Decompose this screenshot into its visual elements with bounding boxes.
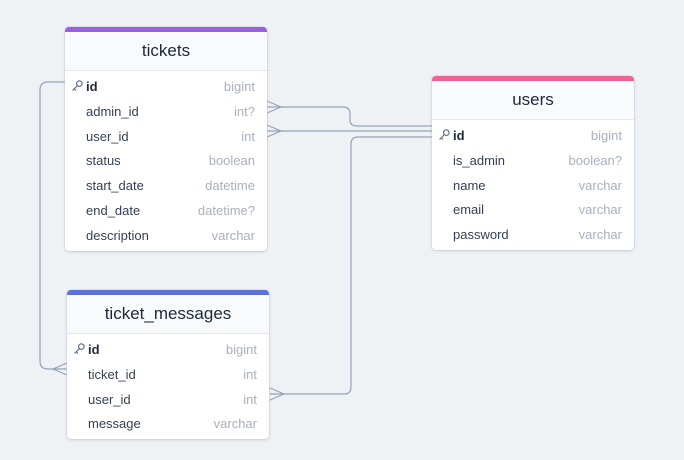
key-icon	[72, 80, 83, 91]
field-name: ticket_id	[88, 366, 136, 382]
field-type: datetime	[205, 178, 255, 194]
relation-tickets-admin-id-to-users-id[interactable]	[266, 106, 433, 127]
table-ticket-messages[interactable]: ticket_messages id bigint ticket_id int …	[67, 290, 269, 440]
table-header[interactable]: users	[432, 81, 634, 120]
field-type: datetime?	[197, 202, 255, 218]
field-type: int	[243, 366, 257, 382]
field-name: id	[453, 128, 465, 143]
table-users[interactable]: users id bigint is_admin boolean? name v…	[432, 76, 634, 250]
field-row-email[interactable]: email varchar	[432, 196, 634, 221]
field-row-user-id[interactable]: user_id int	[65, 123, 267, 148]
field-name: start_date	[86, 178, 144, 194]
field-type: int	[241, 128, 255, 144]
crows-foot-icon	[266, 100, 282, 114]
field-row-name[interactable]: name varchar	[432, 172, 634, 197]
field-row-description[interactable]: description varchar	[65, 222, 267, 247]
field-name: message	[88, 416, 141, 432]
field-row-start-date[interactable]: start_date datetime	[65, 172, 267, 197]
crows-foot-icon	[266, 124, 282, 138]
field-type: varchar	[213, 416, 257, 432]
crows-foot-icon	[52, 362, 68, 376]
field-row-id[interactable]: id bigint	[65, 73, 267, 98]
er-diagram-canvas: tickets id bigint admin_id int? user_id …	[0, 0, 684, 460]
field-row-id[interactable]: id bigint	[67, 336, 269, 361]
table-header[interactable]: tickets	[65, 32, 267, 71]
field-name: email	[453, 202, 485, 218]
field-row-is-admin[interactable]: is_admin boolean?	[432, 147, 634, 172]
field-type: int	[243, 391, 257, 407]
field-type: varchar	[578, 177, 622, 193]
field-row-user-id[interactable]: user_id int	[67, 386, 269, 411]
field-row-password[interactable]: password varchar	[432, 221, 634, 246]
field-type: varchar	[578, 227, 622, 243]
field-name: id	[88, 342, 100, 357]
relation-ticket-messages-user-id-to-users-id[interactable]	[269, 136, 433, 395]
field-name: password	[453, 227, 509, 243]
field-row-end-date[interactable]: end_date datetime?	[65, 197, 267, 222]
field-row-ticket-id[interactable]: ticket_id int	[67, 361, 269, 386]
field-type: bigint	[225, 342, 257, 357]
field-name: status	[86, 153, 121, 169]
key-icon	[439, 129, 450, 140]
field-name: is_admin	[453, 152, 506, 168]
field-row-message[interactable]: message varchar	[67, 410, 269, 435]
field-name: name	[453, 177, 486, 193]
table-header[interactable]: ticket_messages	[67, 295, 269, 334]
field-name: user_id	[86, 128, 129, 144]
field-type: bigint	[590, 128, 622, 143]
field-name: description	[86, 227, 149, 243]
table-tickets[interactable]: tickets id bigint admin_id int? user_id …	[65, 27, 267, 251]
field-name: user_id	[88, 391, 131, 407]
field-name: id	[86, 79, 98, 94]
field-row-status[interactable]: status boolean	[65, 147, 267, 172]
key-icon	[74, 343, 85, 354]
field-type: varchar	[578, 202, 622, 218]
field-name: end_date	[86, 202, 141, 218]
field-row-id[interactable]: id bigint	[432, 122, 634, 147]
field-type: bigint	[223, 79, 255, 94]
field-type: varchar	[211, 227, 255, 243]
field-type: boolean?	[568, 152, 623, 168]
field-type: int?	[234, 103, 255, 119]
relation-ticket-messages-ticket-id-to-tickets-id[interactable]	[39, 81, 68, 370]
field-type: boolean	[208, 153, 255, 169]
field-row-admin-id[interactable]: admin_id int?	[65, 98, 267, 123]
crows-foot-icon	[269, 387, 285, 401]
field-name: admin_id	[86, 103, 139, 119]
